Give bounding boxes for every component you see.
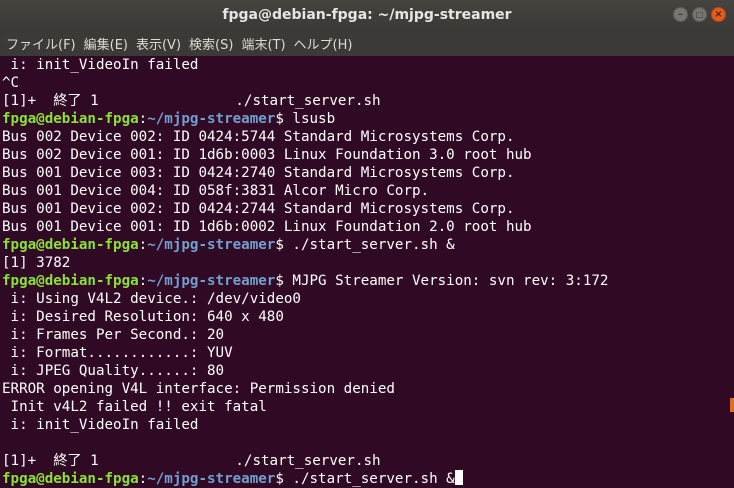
window-title: fpga@debian-fpga: ~/mjpg-streamer	[222, 7, 512, 23]
output-line: Bus 002 Device 002: ID 0424:5744 Standar…	[2, 129, 515, 145]
prompt-separator: :	[138, 111, 148, 127]
menu-edit[interactable]: 編集(E)	[84, 34, 128, 53]
prompt-user: fpga@debian-fpga	[2, 111, 139, 127]
output-line: i: Frames Per Second.: 20	[2, 327, 225, 343]
prompt-path: ~/mjpg-streamer	[147, 273, 276, 289]
output-line: Bus 001 Device 002: ID 0424:2744 Standar…	[2, 201, 515, 217]
output-line: Bus 001 Device 003: ID 0424:2740 Standar…	[2, 165, 515, 181]
prompt-path: ~/mjpg-streamer	[147, 111, 276, 127]
text-cursor	[454, 470, 463, 485]
terminal-output[interactable]: i: init_VideoIn failed ^C [1]+ 終了 1 ./star…	[0, 56, 734, 488]
command-text: MJPG Streamer Version: svn rev: 3:172	[283, 273, 609, 289]
prompt-path: ~/mjpg-streamer	[147, 237, 276, 253]
prompt-line: fpga@debian-fpga:~/mjpg-streamer$ ./star…	[0, 236, 734, 254]
prompt-symbol: $	[275, 237, 284, 253]
prompt-separator: :	[138, 273, 148, 289]
command-text: ./start_server.sh &	[283, 237, 455, 253]
title-bar[interactable]: fpga@debian-fpga: ~/mjpg-streamer – □ ×	[0, 0, 734, 31]
output-line: i: Desired Resolution: 640 x 480	[2, 309, 284, 325]
prompt-symbol: $	[275, 111, 284, 127]
prompt-separator: :	[138, 237, 148, 253]
output-line: i: init_VideoIn failed	[2, 57, 199, 73]
menu-file[interactable]: ファイル(F)	[6, 34, 76, 53]
prompt-user: fpga@debian-fpga	[2, 471, 139, 487]
output-line: Bus 001 Device 004: ID 058f:3831 Alcor M…	[2, 183, 430, 199]
output-line: Bus 001 Device 001: ID 1d6b:0002 Linux F…	[2, 219, 532, 235]
output-line: ERROR opening V4L interface: Permission …	[2, 381, 395, 397]
close-button[interactable]: ×	[711, 7, 726, 22]
prompt-user: fpga@debian-fpga	[2, 237, 139, 253]
output-line: Bus 002 Device 001: ID 1d6b:0003 Linux F…	[2, 147, 532, 163]
menu-help[interactable]: ヘルプ(H)	[294, 34, 353, 53]
prompt-user: fpga@debian-fpga	[2, 273, 139, 289]
command-text: lsusb	[283, 111, 336, 127]
prompt-symbol: $	[275, 471, 284, 487]
output-line: Init v4L2 failed !! exit fatal	[2, 399, 267, 415]
output-line: [1] 3782	[2, 255, 71, 271]
scrollbar-indicator[interactable]	[730, 398, 734, 412]
command-text: ./start_server.sh &	[283, 471, 455, 487]
maximize-button[interactable]: □	[692, 7, 707, 22]
terminal-window: fpga@debian-fpga: ~/mjpg-streamer – □ × …	[0, 0, 734, 488]
prompt-line: fpga@debian-fpga:~/mjpg-streamer$ MJPG S…	[0, 272, 734, 290]
prompt-line: fpga@debian-fpga:~/mjpg-streamer$ lsusb	[0, 110, 734, 128]
output-line: ^C	[2, 75, 20, 91]
prompt-line: fpga@debian-fpga:~/mjpg-streamer$ ./star…	[0, 470, 734, 488]
menu-bar: ファイル(F) 編集(E) 表示(V) 検索(S) 端末(T) ヘルプ(H)	[0, 31, 734, 56]
output-line: [1]+ 終了 1 ./start_server.sh	[2, 453, 381, 469]
output-line: [1]+ 終了 1 ./start_server.sh	[2, 93, 381, 109]
output-line: i: JPEG Quality......: 80	[2, 363, 225, 379]
minimize-button[interactable]: –	[673, 7, 688, 22]
menu-view[interactable]: 表示(V)	[136, 34, 181, 53]
prompt-path: ~/mjpg-streamer	[147, 471, 276, 487]
output-line: i: Using V4L2 device.: /dev/video0	[2, 291, 301, 307]
menu-search[interactable]: 検索(S)	[189, 34, 233, 53]
output-line: i: Format............: YUV	[2, 345, 233, 361]
menu-terminal[interactable]: 端末(T)	[241, 34, 285, 53]
prompt-separator: :	[138, 471, 148, 487]
output-line: i: init_VideoIn failed	[2, 417, 199, 433]
prompt-symbol: $	[275, 273, 284, 289]
